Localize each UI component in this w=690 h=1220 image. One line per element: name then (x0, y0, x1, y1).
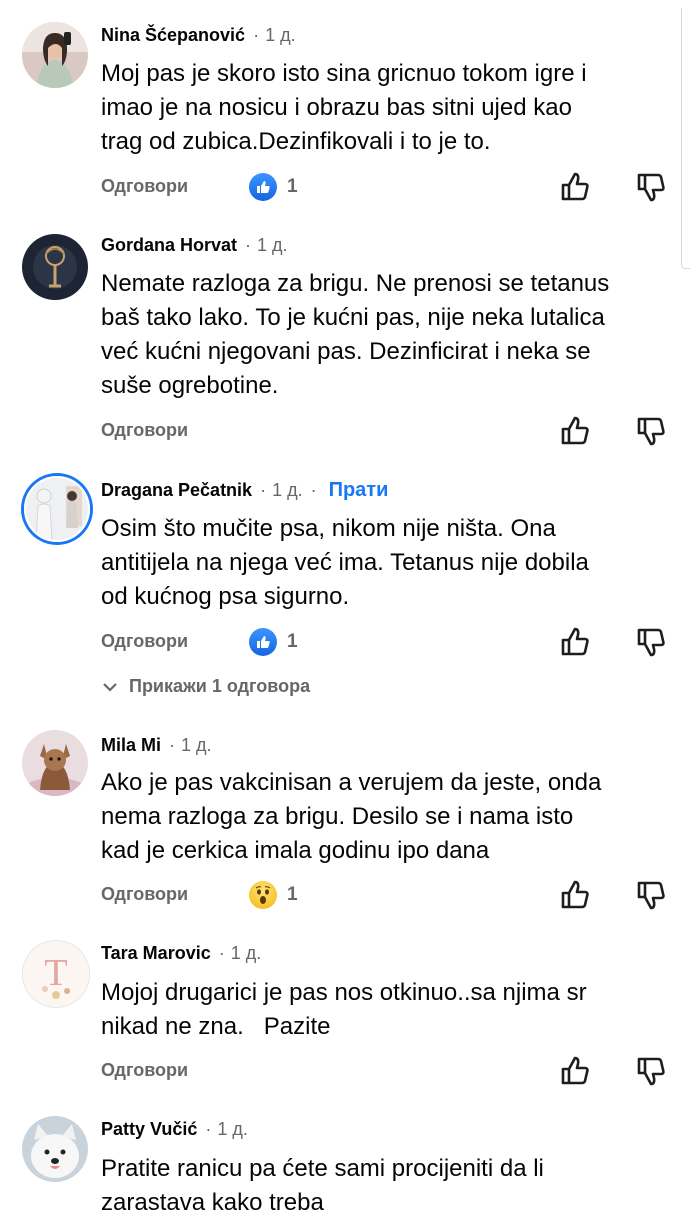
thumbs-down-icon[interactable] (634, 170, 668, 204)
comment-actions: Одговори 1 (0, 168, 690, 208)
comment-text: Mojoj drugarici je pas nos otkinuo..sa n… (101, 976, 671, 1044)
reaction-count: 1 (287, 176, 298, 197)
comment-line: imao je na nosicu i obrazu bas sitni uje… (101, 94, 572, 121)
comment-text: Pratite ranicu pa ćete sami procijeniti … (101, 1152, 671, 1220)
reply-button[interactable]: Одговори (101, 1060, 188, 1081)
comment-line: nema razloga za brigu. Desilo se i nama … (101, 803, 574, 830)
thumbs-down-icon[interactable] (634, 414, 668, 448)
separator-dot: · (245, 234, 252, 255)
thumbs-up-icon[interactable] (558, 878, 592, 912)
reaction-summary[interactable]: 1 (249, 172, 298, 202)
timestamp[interactable]: 1 д. (231, 943, 262, 964)
author-name[interactable]: Nina Šćepanović (101, 25, 245, 46)
comment-header: Patty Vučić · 1 д. (101, 1116, 248, 1142)
separator-dot: · (253, 24, 260, 45)
thumbs-up-icon[interactable] (558, 1054, 592, 1088)
comment-actions: Одговори (0, 1052, 690, 1092)
thumbs-down-icon[interactable] (634, 1054, 668, 1088)
comment-line: Ako je pas vakcinisan a verujem da jeste… (101, 769, 602, 796)
reply-button[interactable]: Одговори (101, 631, 188, 652)
separator-dot: · (310, 479, 317, 500)
reaction-summary[interactable]: 1 (249, 880, 298, 910)
comment-text: Nemate razloga za brigu. Ne prenosi se t… (101, 267, 671, 403)
author-name[interactable]: Patty Vučić (101, 1119, 197, 1140)
reaction-count: 1 (287, 631, 298, 652)
wow-reaction-icon (249, 881, 277, 909)
svg-text:T: T (44, 952, 67, 994)
avatar[interactable] (22, 22, 88, 88)
reaction-count: 1 (287, 884, 298, 905)
comment-header: Tara Marovic · 1 д. (101, 940, 261, 966)
comment-line: nikad ne zna. Pazite (101, 1013, 331, 1040)
separator-dot: · (260, 479, 267, 500)
reply-button[interactable]: Одговори (101, 420, 188, 441)
comment-line: Nemate razloga za brigu. Ne prenosi se t… (101, 270, 610, 297)
comment-line: suše ogrebotine. (101, 372, 279, 399)
comment-line: od kućnog psa sigurno. (101, 583, 350, 610)
thumbs-up-icon[interactable] (558, 625, 592, 659)
comment-line: Pratite ranicu pa ćete sami procijeniti … (101, 1155, 544, 1182)
comment-line: antitijela na njega već ima. Tetanus nij… (101, 549, 589, 576)
comment-header: Dragana Pečatnik · 1 д. · Прати (101, 477, 388, 503)
separator-dot: · (205, 1118, 212, 1139)
reply-button[interactable]: Одговори (101, 176, 188, 197)
avatar[interactable] (22, 1116, 88, 1182)
thumbs-up-icon[interactable] (558, 170, 592, 204)
author-name[interactable]: Tara Marovic (101, 943, 211, 964)
like-reaction-icon (249, 173, 277, 201)
comment-text: Moj pas je skoro isto sina gricnuo tokom… (101, 57, 671, 159)
timestamp[interactable]: 1 д. (181, 735, 212, 756)
timestamp[interactable]: 1 д. (272, 480, 303, 501)
avatar[interactable] (22, 730, 88, 796)
comment-line: kad je cerkica imala godinu ipo dana (101, 837, 490, 864)
comment-line: Osim što mučite psa, nikom nije ništa. O… (101, 515, 556, 542)
scrollbar[interactable] (681, 8, 690, 269)
comment-text: Ako je pas vakcinisan a verujem da jeste… (101, 766, 671, 868)
comment-line: trag od zubica.Dezinfikovali i to je to. (101, 128, 491, 155)
thumbs-down-icon[interactable] (634, 625, 668, 659)
reaction-summary[interactable]: 1 (249, 627, 298, 657)
avatar[interactable] (24, 476, 90, 542)
comment-header: Nina Šćepanović · 1 д. (101, 22, 296, 48)
chevron-down-icon (103, 682, 117, 692)
separator-dot: · (218, 942, 225, 963)
timestamp[interactable]: 1 д. (257, 235, 288, 256)
author-name[interactable]: Gordana Horvat (101, 235, 237, 256)
reply-button[interactable]: Одговори (101, 884, 188, 905)
comment-line: baš tako lako. To je kućni pas, nije nek… (101, 304, 605, 331)
avatar[interactable] (22, 234, 88, 300)
view-replies-label: Прикажи 1 одговора (129, 676, 311, 696)
comment-actions: Одговори 1 (0, 876, 690, 916)
like-reaction-icon (249, 628, 277, 656)
comment-line: zarastava kako treba (101, 1189, 324, 1216)
separator-dot: · (169, 734, 176, 755)
comment-header: Gordana Horvat · 1 д. (101, 232, 288, 258)
avatar[interactable]: T (22, 940, 90, 1008)
comment-line: već kućni njegovani pas. Dezinficirat i … (101, 338, 591, 365)
author-name[interactable]: Mila Mi (101, 735, 161, 756)
timestamp[interactable]: 1 д. (265, 25, 296, 46)
view-replies-link[interactable]: Прикажи 1 одговора (101, 676, 310, 697)
author-name[interactable]: Dragana Pečatnik (101, 480, 252, 501)
timestamp[interactable]: 1 д. (217, 1119, 248, 1140)
thumbs-up-icon[interactable] (558, 414, 592, 448)
comment-line: Moj pas je skoro isto sina gricnuo tokom… (101, 60, 587, 87)
comment-line: Mojoj drugarici je pas nos otkinuo..sa n… (101, 979, 587, 1006)
comment-actions: Одговори (0, 412, 690, 452)
comment-text: Osim što mučite psa, nikom nije ništa. O… (101, 512, 671, 614)
follow-button[interactable]: Прати (329, 479, 389, 502)
comment-actions: Одговори 1 (0, 623, 690, 663)
thumbs-down-icon[interactable] (634, 878, 668, 912)
comment-header: Mila Mi · 1 д. (101, 732, 212, 758)
